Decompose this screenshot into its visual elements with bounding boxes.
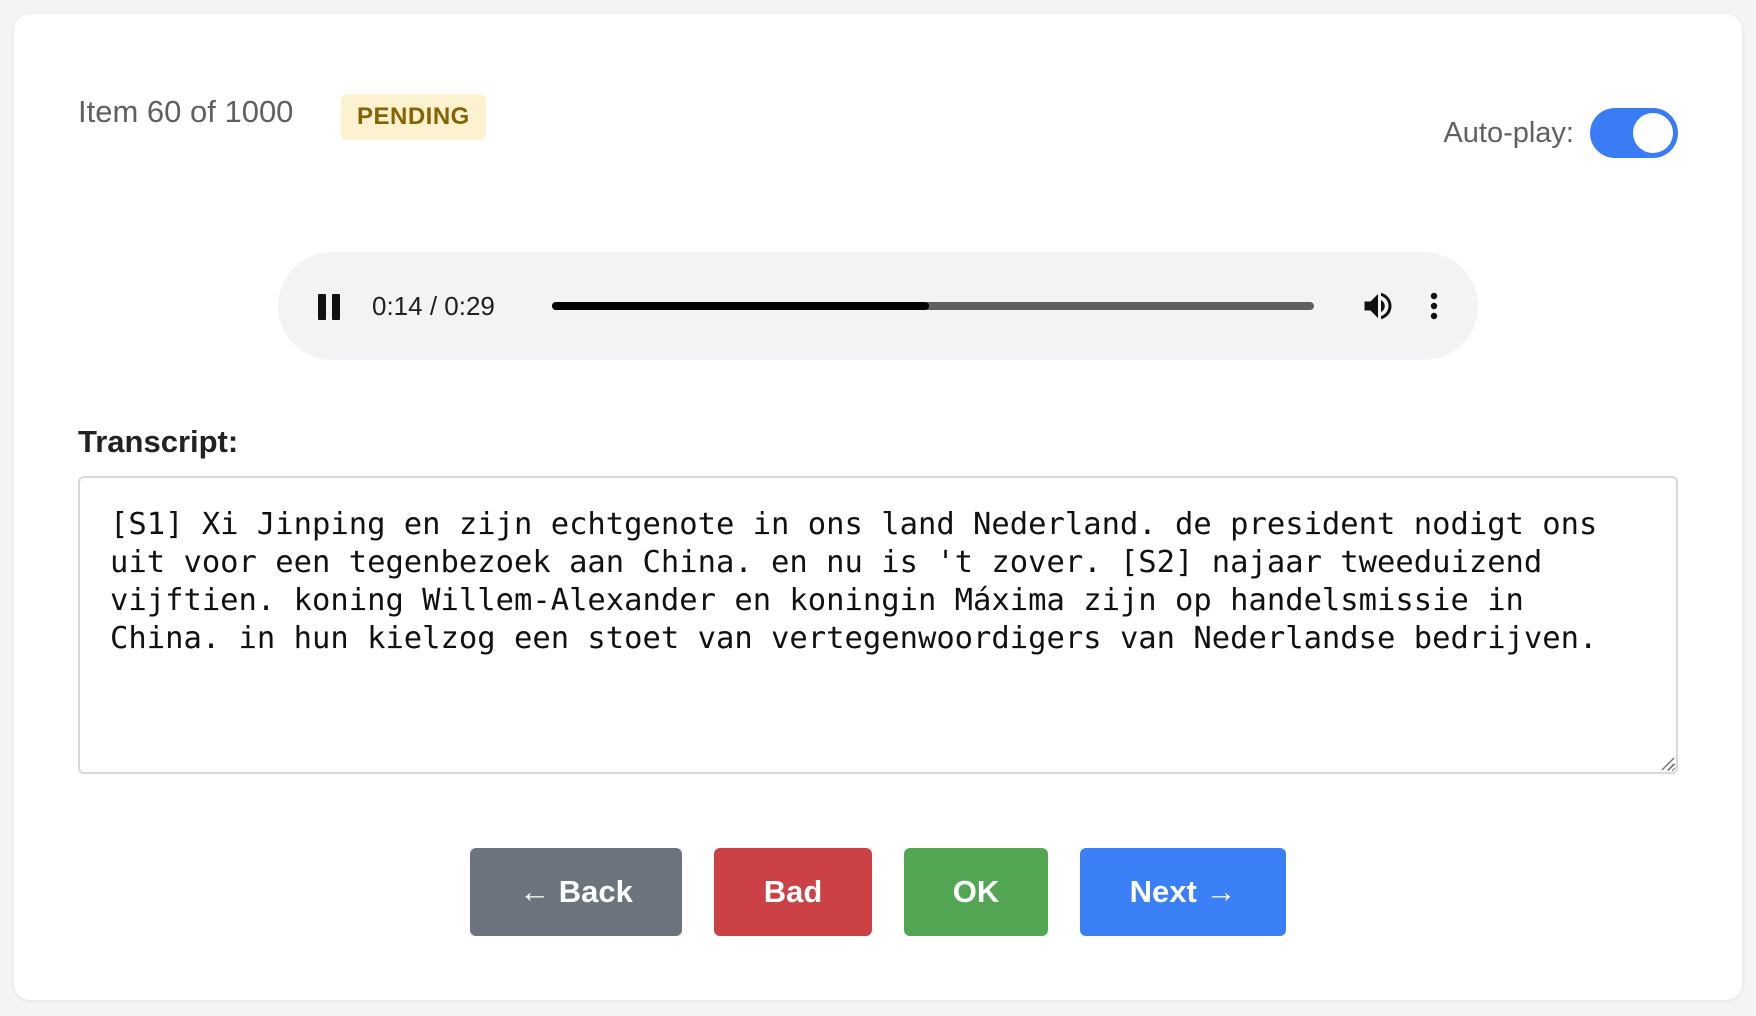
resize-handle-icon[interactable] xyxy=(1659,755,1675,771)
annotation-card: Item 60 of 1000 PENDING Auto-play: 0:14 … xyxy=(14,14,1742,1000)
volume-icon[interactable] xyxy=(1360,288,1396,324)
autoplay-control: Auto-play: xyxy=(1443,108,1678,158)
status-badge: PENDING xyxy=(341,94,486,140)
pause-bar xyxy=(318,294,326,320)
toggle-knob xyxy=(1633,113,1673,153)
pause-icon[interactable] xyxy=(318,294,342,320)
progress-bar[interactable] xyxy=(552,302,1314,310)
more-options-icon[interactable] xyxy=(1424,288,1444,324)
transcript-label: Transcript: xyxy=(78,424,239,459)
progress-fill xyxy=(552,302,929,310)
back-button[interactable]: ← Back xyxy=(470,848,682,936)
transcript-textarea[interactable] xyxy=(78,476,1678,774)
audio-player: 0:14 / 0:29 xyxy=(278,252,1478,360)
next-button[interactable]: Next → xyxy=(1080,848,1286,936)
pause-bar xyxy=(332,294,340,320)
ok-button[interactable]: OK xyxy=(904,848,1048,936)
autoplay-toggle[interactable] xyxy=(1590,108,1678,158)
bad-button[interactable]: Bad xyxy=(714,848,872,936)
time-display: 0:14 / 0:29 xyxy=(372,291,495,321)
item-counter: Item 60 of 1000 xyxy=(78,94,294,129)
autoplay-label: Auto-play: xyxy=(1443,116,1574,149)
